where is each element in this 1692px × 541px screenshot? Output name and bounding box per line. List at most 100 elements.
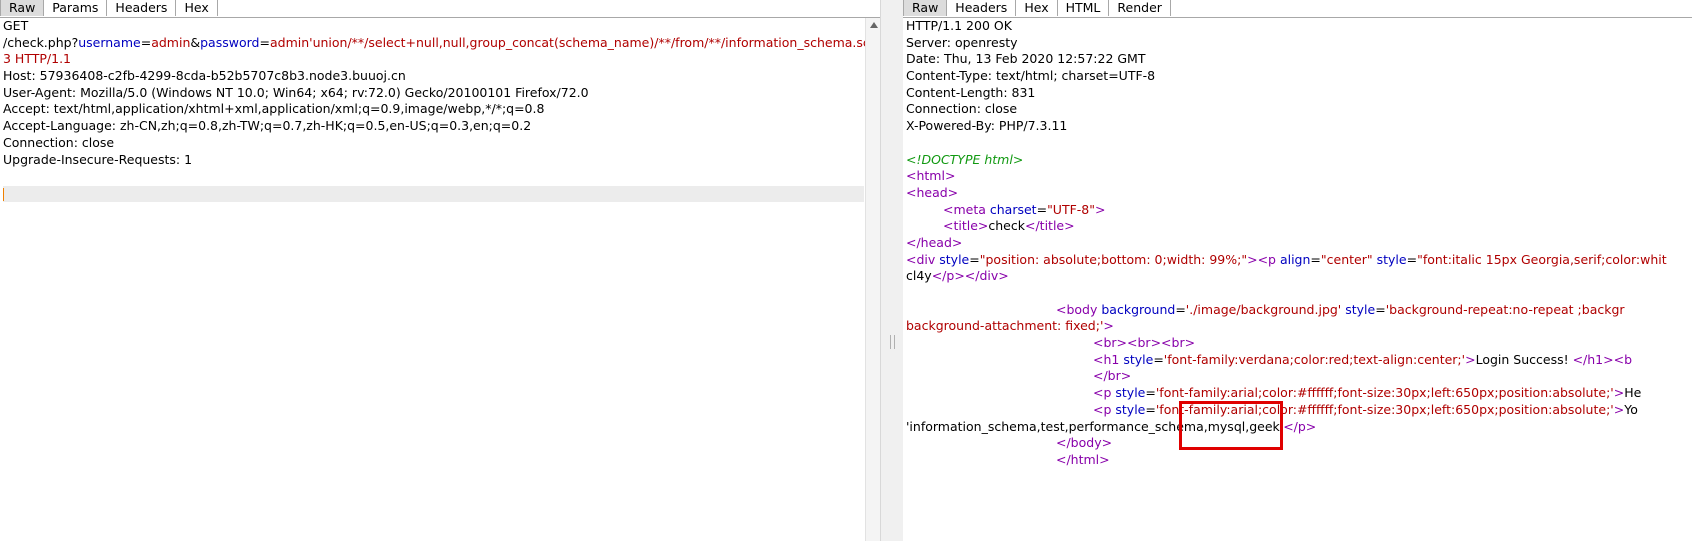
p1-line: <p style='font-family:arial;color:#fffff… (1093, 385, 1642, 401)
request-header-upgrade: Upgrade-Insecure-Requests: 1 (3, 151, 193, 167)
request-line-path: /check.php?username=admin&password=admin… (3, 34, 880, 52)
head-close-tag: </head> (906, 234, 963, 250)
current-line-highlight (3, 186, 864, 202)
text-caret (3, 188, 4, 201)
body-open-line: <body background='./image/background.jpg… (1056, 301, 1625, 317)
param-password-value: admin'union/**/select+null,null,group_co… (269, 34, 880, 50)
amp-sign: & (190, 34, 201, 50)
request-pane: Raw Params Headers Hex GET /check.php?us… (0, 0, 880, 541)
protocol-cont: 3 HTTP/1.1 (3, 51, 72, 67)
head-close-line: </head> (906, 235, 1692, 252)
style-attr: style (1115, 385, 1146, 401)
div-gt: > (1247, 251, 1258, 267)
request-header-accept: Accept: text/html,application/xhtml+xml,… (3, 101, 545, 117)
response-viewer[interactable]: HTTP/1.1 200 OK Server: openresty Date: … (906, 18, 1692, 541)
body-close-line: </body> (906, 435, 1692, 452)
request-tab-headers[interactable]: Headers (106, 0, 177, 16)
path-prefix: /check.php? (3, 34, 79, 50)
background-value: './image/background.jpg' (1185, 301, 1342, 317)
p-open-tag: <p (1257, 251, 1280, 267)
html-close-line: </html> (906, 452, 1692, 469)
response-status: HTTP/1.1 200 OK (906, 18, 1012, 33)
meta-close: > (1095, 201, 1106, 217)
style-attr: style (1123, 351, 1154, 367)
body-gt: > (1103, 318, 1114, 334)
eq-sign: = (140, 34, 152, 50)
style-attr: style (1345, 301, 1376, 317)
style-attr: style (939, 251, 970, 267)
h1-close-tag: </h1> (1572, 351, 1614, 367)
h1-text: Login Success! (1475, 351, 1573, 367)
p-style-value: "font:italic 15px Georgia,serif;color:wh… (1417, 251, 1667, 267)
background-attr: background (1101, 301, 1176, 317)
cl4y-line: cl4y</p></div> (906, 268, 1692, 285)
div-open-tag: <div (906, 251, 940, 267)
response-pane: Raw Headers Hex HTML Render HTTP/1.1 200… (903, 0, 1692, 541)
splitter-grip-icon[interactable] (890, 335, 895, 349)
param-username-key: username (78, 34, 141, 50)
request-header-host: Host: 57936408-c2fb-4299-8cda-b52b5707c8… (3, 68, 406, 84)
response-tab-hex[interactable]: Hex (1015, 0, 1058, 16)
response-tab-html[interactable]: HTML (1056, 0, 1110, 16)
body-close-tag: </body> (1056, 435, 1113, 451)
red-highlight-annotation (1179, 401, 1283, 450)
response-header-connection: Connection: close (906, 101, 1018, 117)
request-editor[interactable]: GET /check.php?username=admin&password=a… (3, 18, 880, 541)
response-tab-raw[interactable]: Raw (903, 0, 948, 16)
response-tabbar: Raw Headers Hex HTML Render (903, 0, 1692, 18)
body-style-value: 'background-repeat:no-repeat ;backgr (1385, 301, 1625, 317)
body-style-cont-line: background-attachment: fixed;'> (906, 318, 1692, 335)
request-header-connection: Connection: close (3, 134, 115, 150)
p-close-tag: </p> (931, 268, 965, 284)
br-line: <br><br><br> (906, 335, 1692, 352)
br-close-tag: </br> (1093, 368, 1132, 384)
align-attr: align (1279, 251, 1311, 267)
doctype: <!DOCTYPE html> (906, 151, 1024, 167)
response-header-content-type: Content-Type: text/html; charset=UTF-8 (906, 68, 1156, 84)
response-tab-headers[interactable]: Headers (946, 0, 1017, 16)
request-tab-params[interactable]: Params (43, 0, 108, 16)
h1-style-value: 'font-family:verdana;color:red;text-alig… (1163, 351, 1466, 367)
request-line-method: GET (3, 18, 29, 33)
html-open-tag: <html> (906, 168, 956, 184)
title-close-tag: </title> (1025, 218, 1075, 234)
p2-text: Yo (1624, 401, 1638, 417)
param-password-key: password (200, 34, 260, 50)
div-close-tag: </div> (964, 268, 1009, 284)
scroll-up-arrow-icon[interactable] (870, 22, 878, 28)
body-style-cont: background-attachment: fixed;' (906, 318, 1104, 334)
h1-after: <b (1613, 351, 1633, 367)
pane-splitter[interactable] (880, 0, 905, 541)
response-tab-render[interactable]: Render (1108, 0, 1171, 16)
result-line: 'information_schema,test,performance_sch… (906, 419, 1692, 436)
h1-open-tag: <h1 (1093, 351, 1124, 367)
title-line: <title>check</title> (906, 218, 1692, 235)
html-close-tag: </html> (1056, 451, 1110, 467)
request-tab-raw[interactable]: Raw (0, 0, 45, 16)
align-value: "center" (1320, 251, 1373, 267)
request-tab-hex[interactable]: Hex (175, 0, 218, 16)
body-open-tag: <body (1056, 301, 1102, 317)
doctype-line: <!DOCTYPE html> (906, 152, 1692, 169)
request-header-user-agent: User-Agent: Mozilla/5.0 (Windows NT 10.0… (3, 84, 589, 100)
request-scrollbar[interactable] (865, 18, 880, 541)
meta-line: <meta charset="UTF-8"> (943, 201, 1106, 217)
p-open-tag: <p (1093, 385, 1116, 401)
div-style-value: "position: absolute;bottom: 0;width: 99%… (979, 251, 1248, 267)
html-open-line: <html> (906, 168, 1692, 185)
response-header-powered-by: X-Powered-By: PHP/7.3.11 (906, 118, 1068, 134)
title-text: check (988, 218, 1025, 234)
style-attr: style (1376, 251, 1407, 267)
cl4y-text: cl4y (906, 268, 932, 284)
eq-sign: = (259, 34, 270, 50)
response-header-date: Date: Thu, 13 Feb 2020 12:57:22 GMT (906, 51, 1146, 67)
response-header-server: Server: openresty (906, 34, 1018, 50)
style-attr: style (1115, 401, 1146, 417)
response-header-content-length: Content-Length: 831 (906, 84, 1036, 100)
p-open-tag: <p (1093, 401, 1116, 417)
request-header-accept-language: Accept-Language: zh-CN,zh;q=0.8,zh-TW;q=… (3, 118, 532, 134)
h1-line: <h1 style='font-family:verdana;color:red… (1093, 351, 1633, 367)
br-tags: <br><br><br> (1093, 335, 1196, 351)
